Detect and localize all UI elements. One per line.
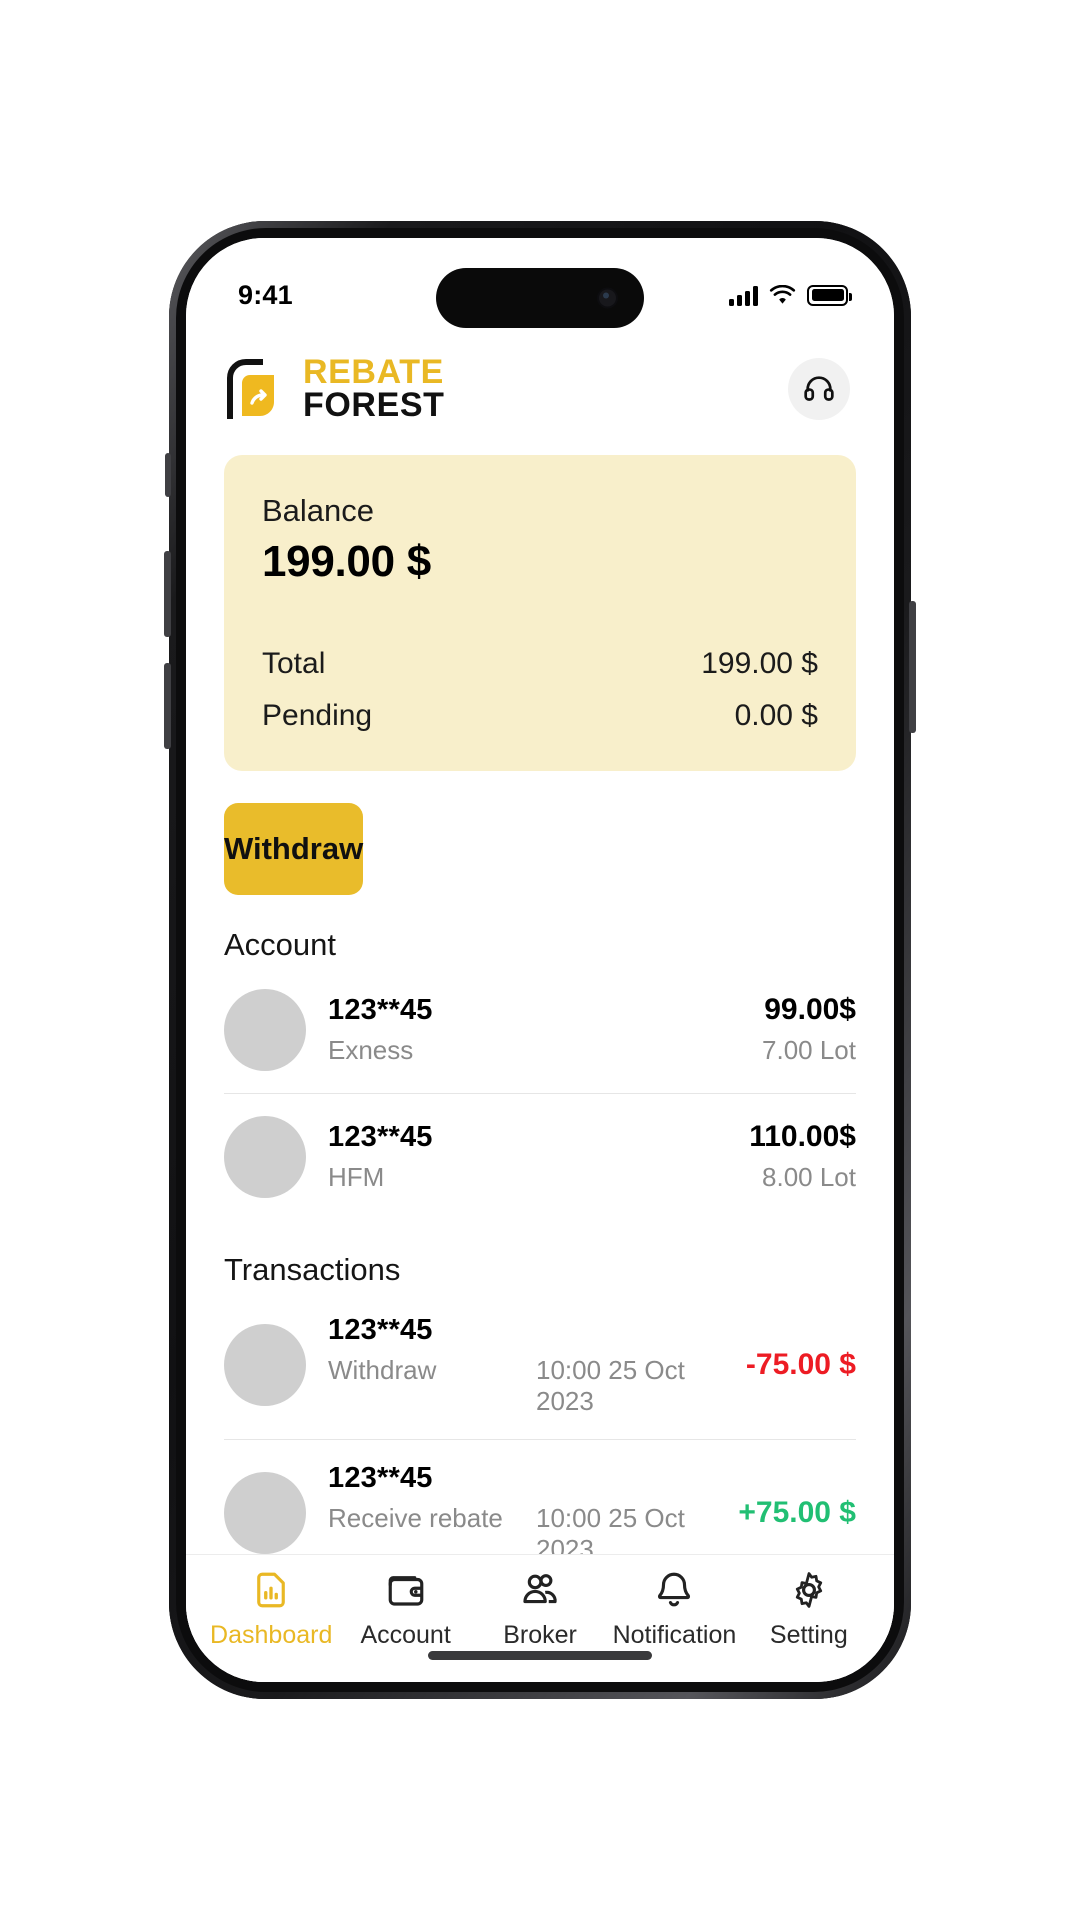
tab-broker[interactable]: Broker	[473, 1569, 607, 1650]
transaction-meta: Withdraw 10:00 25 Oct 2023	[328, 1355, 724, 1417]
tab-notification[interactable]: Notification	[607, 1569, 741, 1650]
account-section-title: Account	[224, 926, 337, 962]
account-broker-label: HFM	[328, 1161, 385, 1192]
volume-down-button[interactable]	[164, 663, 171, 749]
balance-amount: 199.00 $	[262, 536, 431, 586]
wallet-icon	[388, 1576, 423, 1606]
transaction-type: Withdraw	[328, 1354, 437, 1385]
front-camera-icon	[599, 289, 616, 307]
transaction-list-item[interactable]: 123**45 Receive rebate 10:00 25 Oct 2023…	[224, 1440, 856, 1554]
pending-label: Pending	[262, 698, 373, 732]
transaction-datetime: 10:00 25 Oct 2023	[536, 1502, 685, 1554]
battery-icon	[807, 284, 852, 306]
transaction-account: 123**45	[328, 1461, 433, 1494]
balance-row-pending: Pending 0.00 $	[262, 695, 818, 737]
transaction-datetime: 10:00 25 Oct 2023	[536, 1354, 685, 1416]
avatar	[224, 1324, 306, 1407]
cellular-signal-icon	[729, 284, 758, 306]
phone-screen: 9:41 REBATE FOREST Balance 199.00 $ Tota…	[186, 238, 894, 1682]
tab-label-notification: Notification	[612, 1621, 737, 1649]
app-root: REBATE FOREST Balance 199.00 $ Total 199…	[186, 238, 894, 1682]
account-lot: 8.00 Lot	[762, 1162, 856, 1193]
headset-support-icon	[804, 376, 834, 402]
total-value: 199.00 $	[701, 646, 818, 680]
transaction-amount: -75.00 $	[745, 1348, 856, 1382]
support-button[interactable]	[788, 358, 850, 421]
app-logo: REBATE FOREST	[226, 353, 445, 425]
pending-value: 0.00 $	[734, 698, 818, 732]
account-broker: Exness	[328, 1035, 740, 1066]
status-time: 9:41	[238, 279, 293, 310]
transaction-item-main: 123**45 Withdraw 10:00 25 Oct 2023	[328, 1314, 724, 1417]
transactions-section-title: Transactions	[224, 1251, 401, 1287]
dynamic-island	[436, 268, 644, 328]
bell-icon	[658, 1572, 691, 1607]
account-list-item[interactable]: 123**45 Exness 99.00$ 7.00 Lot	[224, 967, 856, 1093]
transaction-amount: +75.00 $	[738, 1496, 856, 1530]
logo-wordmark: REBATE FOREST	[303, 353, 445, 425]
account-broker: HFM	[328, 1162, 727, 1193]
avatar	[224, 988, 306, 1071]
total-label: Total	[262, 646, 326, 680]
account-number: 123**45	[328, 993, 433, 1026]
transaction-list-item[interactable]: 123**45 Withdraw 10:00 25 Oct 2023 -75.0…	[224, 1292, 856, 1439]
transactions-list: 123**45 Withdraw 10:00 25 Oct 2023 -75.0…	[224, 1292, 856, 1554]
tab-label-broker: Broker	[503, 1621, 577, 1649]
account-amount: 110.00$	[749, 1120, 856, 1154]
status-indicators	[729, 284, 852, 306]
transaction-item-right: +75.00 $	[738, 1496, 856, 1530]
logo-line-rebate: REBATE	[303, 353, 444, 391]
account-list: 123**45 Exness 99.00$ 7.00 Lot 123**45 H…	[224, 967, 856, 1220]
home-indicator[interactable]	[428, 1651, 652, 1660]
account-broker-label: Exness	[328, 1034, 414, 1065]
phone-device-frame: 9:41 REBATE FOREST Balance 199.00 $ Tota…	[164, 221, 916, 1699]
screenshot-stage: 9:41 REBATE FOREST Balance 199.00 $ Tota…	[0, 0, 1080, 1920]
tab-label-setting: Setting	[769, 1621, 848, 1649]
tab-label-dashboard: Dashboard	[210, 1621, 333, 1649]
tab-setting[interactable]: Setting	[742, 1569, 876, 1650]
gear-icon	[795, 1572, 822, 1608]
balance-card: Balance 199.00 $ Total 199.00 $ Pending …	[224, 454, 856, 771]
transaction-type: Receive rebate	[328, 1502, 503, 1533]
people-group-icon	[523, 1574, 557, 1604]
power-button[interactable]	[909, 601, 916, 733]
transaction-account: 123**45	[328, 1313, 433, 1346]
account-amount: 99.00$	[764, 993, 856, 1027]
logo-line-forest: FOREST	[303, 386, 445, 425]
wifi-icon	[769, 284, 796, 304]
account-item-main: 123**45 HFM	[328, 1121, 727, 1193]
bottom-tab-bar: Dashboard Account Broker Notification Se…	[186, 1554, 894, 1682]
account-item-right: 99.00$ 7.00 Lot	[762, 993, 856, 1066]
balance-row-total: Total 199.00 $	[262, 643, 818, 685]
app-header: REBATE FOREST	[186, 334, 894, 433]
account-lot: 7.00 Lot	[762, 1035, 856, 1066]
account-item-right: 110.00$ 8.00 Lot	[749, 1120, 856, 1193]
withdraw-button[interactable]: Withdraw	[224, 802, 364, 895]
dashboard-chart-file-icon	[257, 1572, 286, 1608]
account-item-main: 123**45 Exness	[328, 994, 740, 1066]
tab-account[interactable]: Account	[338, 1569, 472, 1650]
tab-label-account: Account	[360, 1621, 451, 1649]
tab-dashboard[interactable]: Dashboard	[204, 1569, 338, 1650]
transaction-meta: Receive rebate 10:00 25 Oct 2023	[328, 1503, 716, 1554]
scroll-content: REBATE FOREST Balance 199.00 $ Total 199…	[186, 334, 894, 1554]
account-number: 123**45	[328, 1120, 433, 1153]
balance-detail-rows: Total 199.00 $ Pending 0.00 $	[262, 643, 818, 737]
balance-label: Balance	[262, 492, 375, 528]
avatar	[224, 1472, 306, 1554]
account-list-item[interactable]: 123**45 HFM 110.00$ 8.00 Lot	[224, 1094, 856, 1220]
transaction-item-right: -75.00 $	[746, 1348, 856, 1382]
transaction-item-main: 123**45 Receive rebate 10:00 25 Oct 2023	[328, 1462, 716, 1554]
avatar	[224, 1115, 306, 1198]
volume-up-button[interactable]	[164, 551, 171, 637]
rebate-forest-logo-icon	[227, 359, 274, 420]
silent-switch-button[interactable]	[165, 453, 171, 497]
